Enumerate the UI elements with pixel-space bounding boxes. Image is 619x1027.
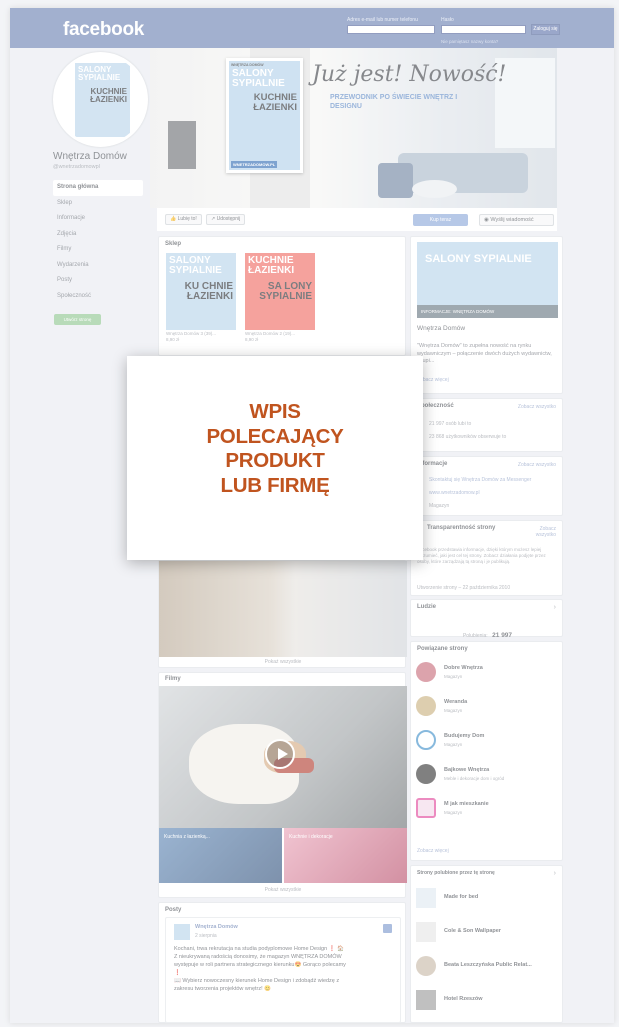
promo-line: POLECAJĄCY: [206, 424, 344, 448]
promo-headline: WPIS POLECAJĄCY PRODUKT LUB FIRMĘ: [127, 400, 423, 498]
promo-line: WPIS: [249, 400, 301, 423]
promo-card: WPIS POLECAJĄCY PRODUKT LUB FIRMĘ: [127, 356, 423, 560]
promo-line: PRODUKT: [225, 449, 325, 473]
promo-line: LUB FIRMĘ: [220, 473, 330, 497]
